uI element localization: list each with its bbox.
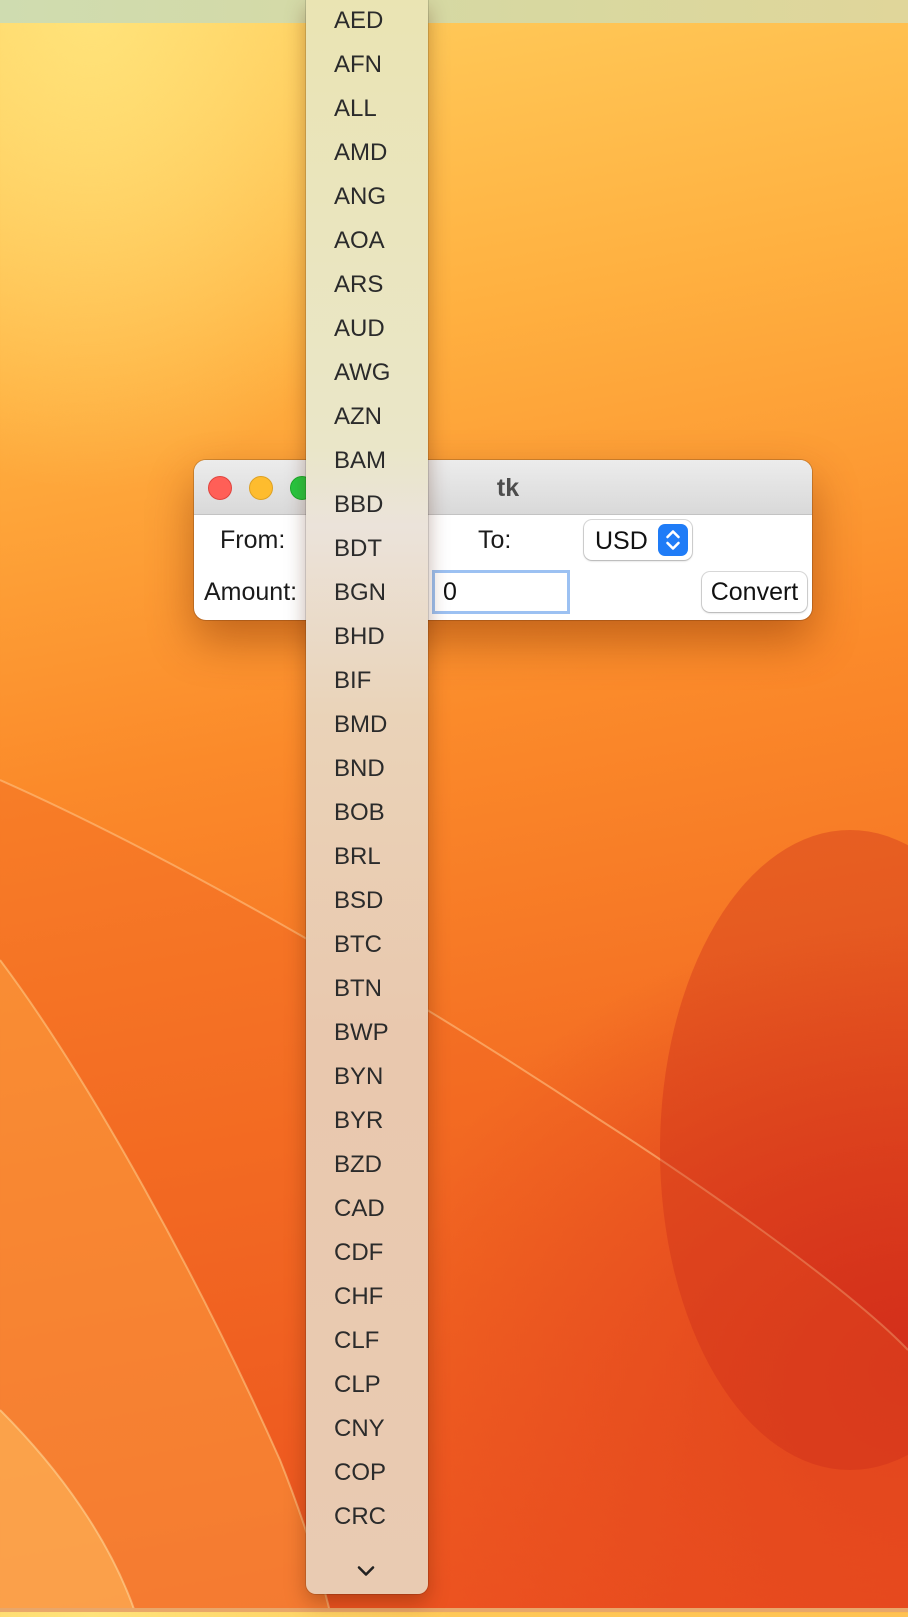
dropdown-item-amd[interactable]: AMD [334, 138, 387, 168]
dropdown-item-bam[interactable]: BAM [334, 446, 386, 476]
to-currency-select[interactable]: USD [584, 520, 692, 560]
title-bar[interactable]: tk [194, 460, 812, 515]
dropdown-item-ars[interactable]: ARS [334, 270, 383, 300]
dropdown-item-btn[interactable]: BTN [334, 974, 382, 1004]
to-currency-value: USD [595, 527, 648, 555]
dropdown-item-all[interactable]: ALL [334, 94, 377, 124]
dropdown-item-cdf[interactable]: CDF [334, 1238, 383, 1268]
dropdown-item-bbd[interactable]: BBD [334, 490, 383, 520]
dropdown-item-awg[interactable]: AWG [334, 358, 390, 388]
dropdown-item-bdt[interactable]: BDT [334, 534, 382, 564]
dropdown-item-chf[interactable]: CHF [334, 1282, 383, 1312]
dropdown-item-bwp[interactable]: BWP [334, 1018, 389, 1048]
dropdown-item-aed[interactable]: AED [334, 6, 383, 36]
wallpaper-waves [0, 779, 908, 1613]
dropdown-item-aud[interactable]: AUD [334, 314, 385, 344]
amount-label: Amount: [204, 578, 298, 606]
dropdown-item-bzd[interactable]: BZD [334, 1150, 382, 1180]
dropdown-item-bsd[interactable]: BSD [334, 886, 383, 916]
dropdown-item-cad[interactable]: CAD [334, 1194, 385, 1224]
dropdown-item-clf[interactable]: CLF [334, 1326, 379, 1356]
from-currency-dropdown-list[interactable]: AED AFN ALL AMD ANG AOA ARS AUD AWG AZN BAM BBD BDT B… [306, 0, 428, 1594]
from-label: From: [220, 526, 286, 554]
dropdown-item-cny[interactable]: CNY [334, 1414, 385, 1444]
dropdown-item-byr[interactable]: BYR [334, 1106, 383, 1136]
dock-edge [0, 1608, 908, 1612]
dropdown-item-byn[interactable]: BYN [334, 1062, 383, 1092]
dropdown-item-bob[interactable]: BOB [334, 798, 385, 828]
dropdown-item-brl[interactable]: BRL [334, 842, 381, 872]
dropdown-item-btc[interactable]: BTC [334, 930, 382, 960]
dropdown-item-bmd[interactable]: BMD [334, 710, 387, 740]
dropdown-item-bif[interactable]: BIF [334, 666, 371, 696]
chevron-down-icon[interactable] [355, 1560, 377, 1582]
dropdown-item-clp[interactable]: CLP [334, 1370, 381, 1400]
dropdown-item-cop[interactable]: COP [334, 1458, 386, 1488]
dropdown-item-ang[interactable]: ANG [334, 182, 386, 212]
menu-bar [0, 0, 908, 23]
window-title: tk [496, 474, 520, 502]
dropdown-item-bhd[interactable]: BHD [334, 622, 385, 652]
dropdown-item-bnd[interactable]: BND [334, 754, 385, 784]
up-down-chevron-icon [658, 524, 688, 556]
desktop-wallpaper [0, 0, 908, 1613]
dropdown-item-aoa[interactable]: AOA [334, 226, 385, 256]
amount-input[interactable] [432, 570, 570, 614]
to-label: To: [478, 526, 512, 554]
dropdown-item-azn[interactable]: AZN [334, 402, 382, 432]
converter-window: tk From: To: USD Amount: Convert [194, 460, 812, 620]
dropdown-item-crc[interactable]: CRC [334, 1502, 386, 1532]
convert-button[interactable]: Convert [702, 572, 807, 612]
dropdown-item-bgn[interactable]: BGN [334, 578, 386, 608]
dropdown-item-afn[interactable]: AFN [334, 50, 382, 80]
